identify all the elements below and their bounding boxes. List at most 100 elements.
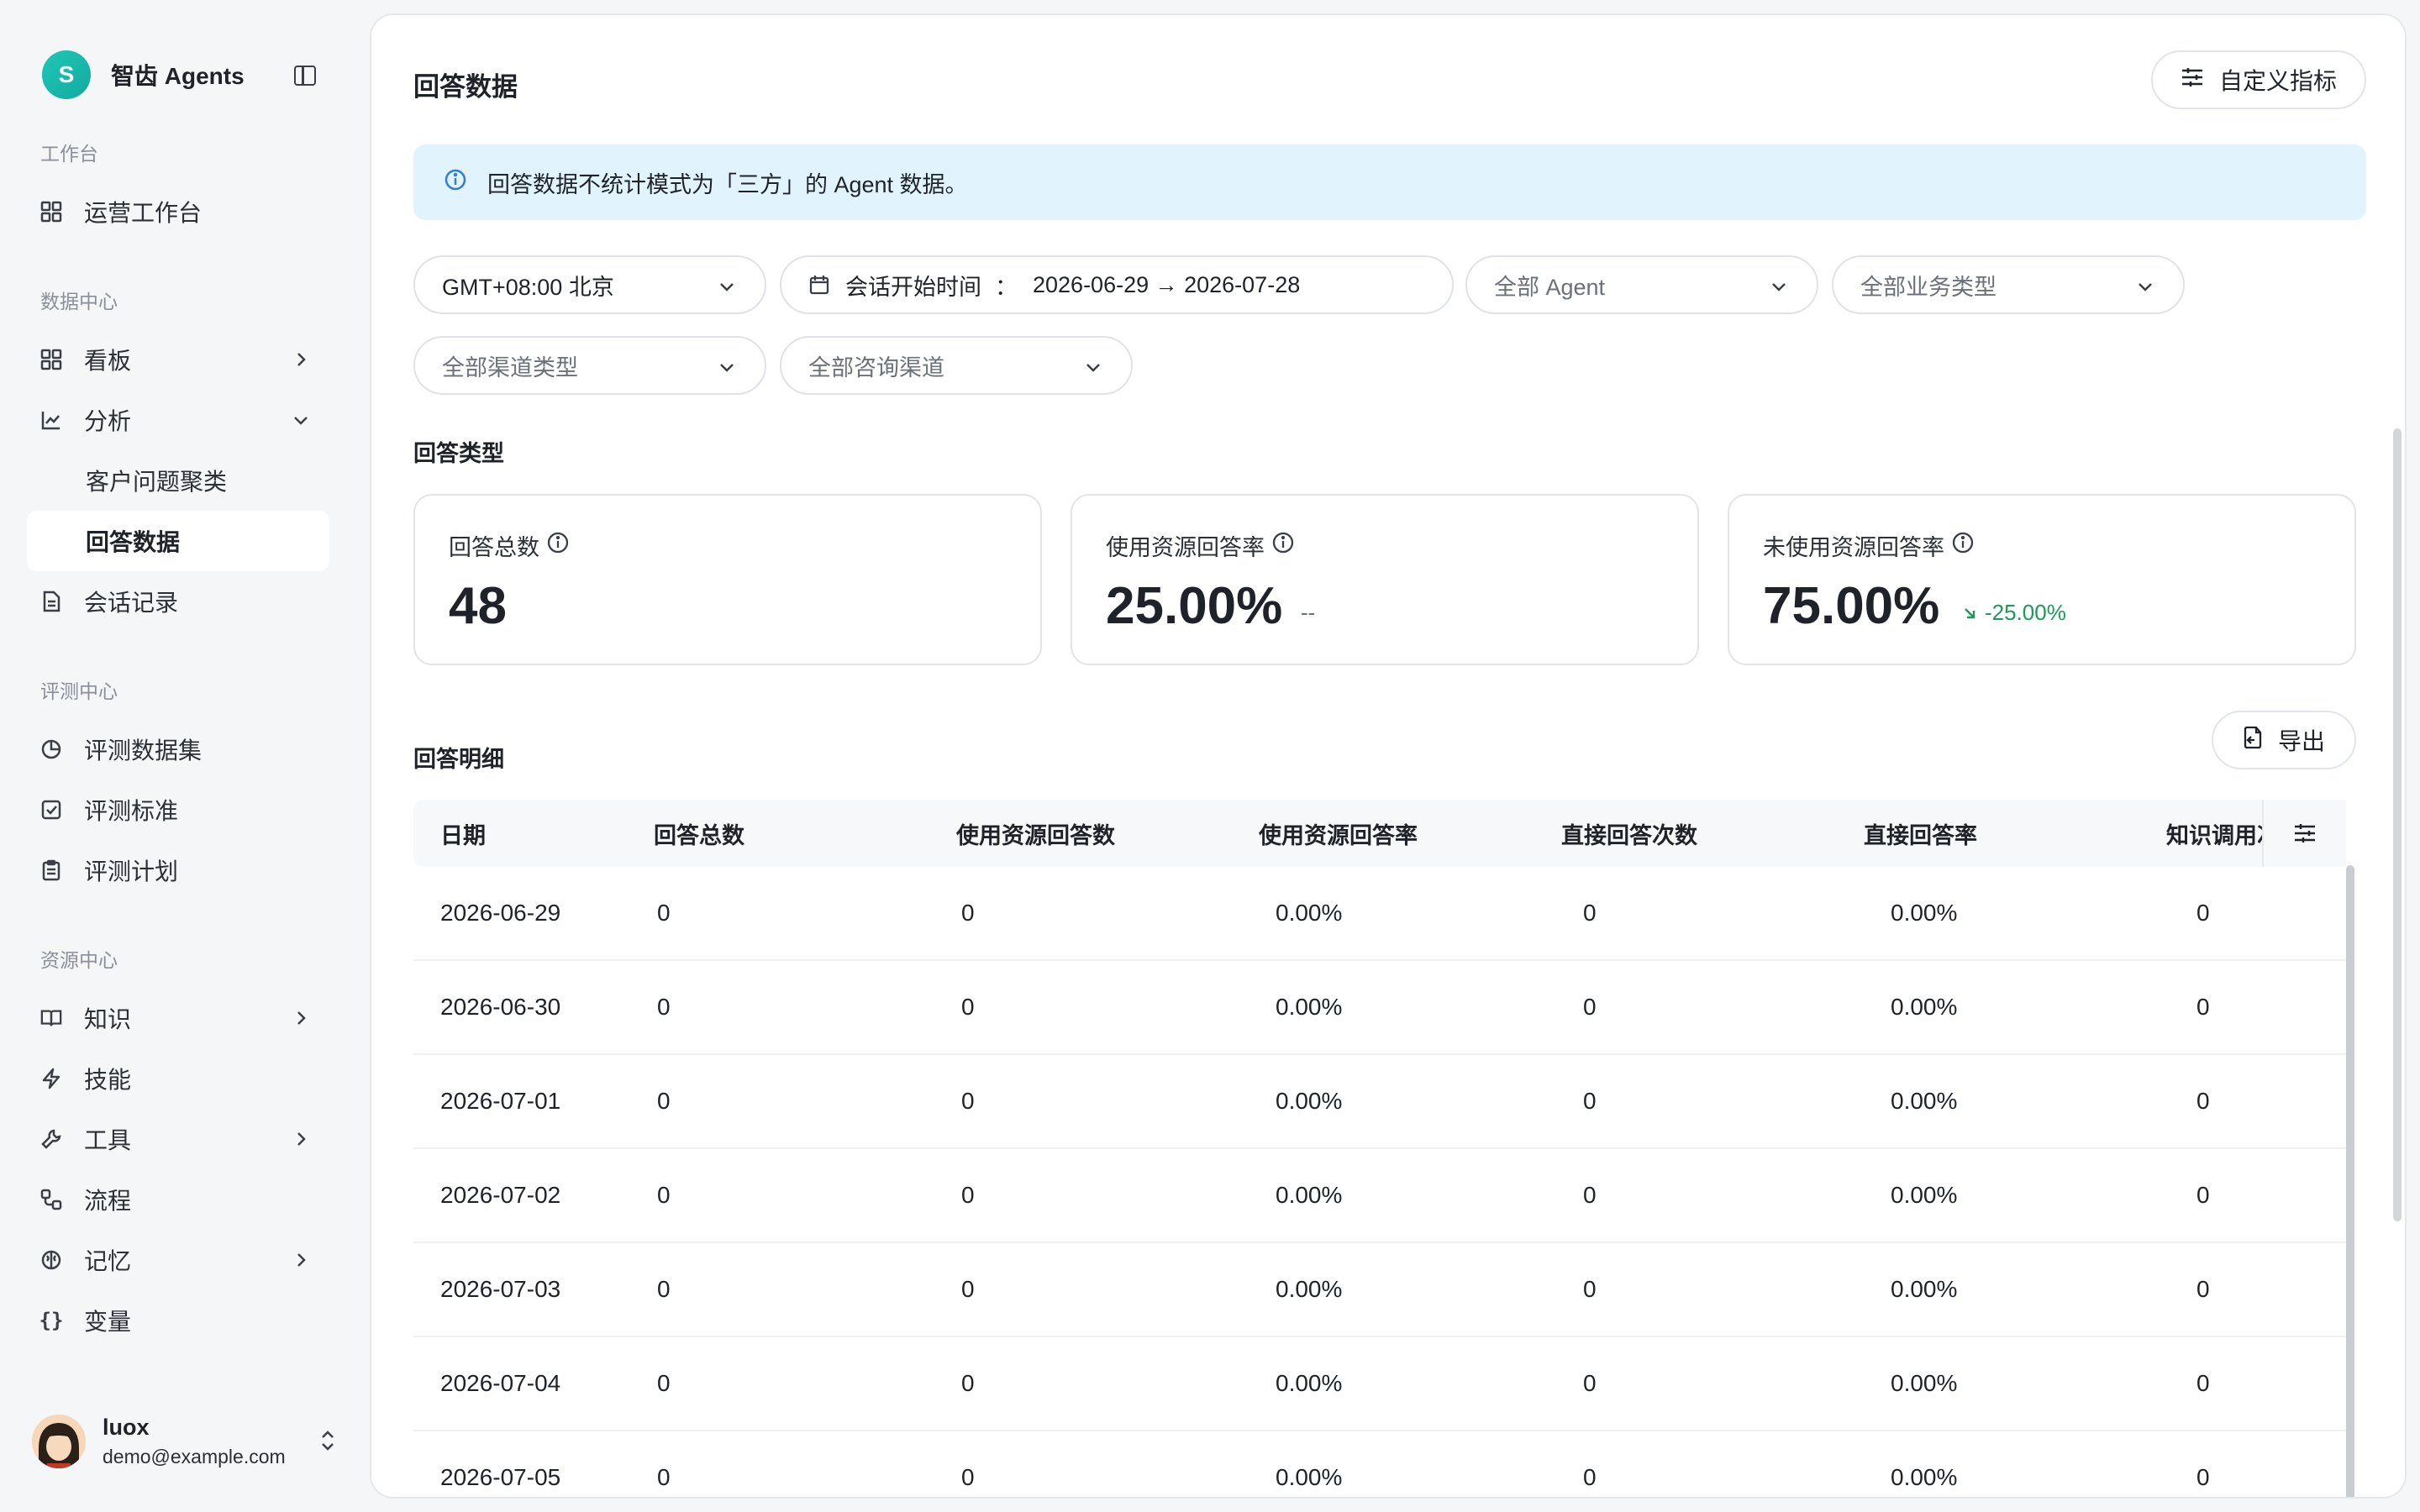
sidebar-item-answer-data[interactable]: 回答数据 <box>27 511 329 571</box>
business-type-select[interactable]: 全部业务类型 <box>1832 255 2185 314</box>
sidebar-item-variables[interactable]: {} 变量 <box>27 1290 329 1351</box>
chevron-down-icon <box>2139 283 2152 291</box>
sidebar-item-tools[interactable]: 工具 <box>27 1109 329 1169</box>
info-icon[interactable] <box>1271 531 1295 560</box>
export-label: 导出 <box>2277 728 2325 754</box>
export-button[interactable]: 导出 <box>2212 711 2356 769</box>
table-cell: 0 <box>1583 1464 1597 1490</box>
sidebar-item-skills[interactable]: 技能 <box>27 1048 329 1109</box>
sidebar-item-analysis[interactable]: 分析 <box>27 390 329 450</box>
sidebar-item-label: 变量 <box>84 1309 132 1335</box>
section-title-workbench: 工作台 <box>40 143 98 165</box>
column-header-resource-rate[interactable]: 使用资源回答率 <box>1259 800 1418 867</box>
sidebar-item-eval-standard[interactable]: 评测标准 <box>27 780 329 840</box>
section-title-data-center: 数据中心 <box>40 291 118 312</box>
table-cell: 0 <box>2196 994 2210 1020</box>
sidebar-item-eval-dataset[interactable]: 评测数据集 <box>27 719 329 780</box>
sidebar-item-board[interactable]: 看板 <box>27 329 329 390</box>
user-menu[interactable]: luox demo@example.com <box>32 1410 343 1473</box>
table-scrollbar[interactable] <box>2346 865 2354 1497</box>
table-cell: 0.00% <box>1891 1088 1958 1114</box>
info-icon[interactable] <box>1951 531 1975 560</box>
date-range-value: 2026-06-29 → 2026-07-28 <box>1033 271 1301 297</box>
table-cell: 0 <box>2196 1464 2210 1490</box>
table-body: 2026-06-29 0 0 0.00% 0 0.00% 0 2026-06-30 0 0 0.00… <box>413 867 2346 1497</box>
sidebar-item-ops-workbench[interactable]: 运营工作台 <box>27 181 329 242</box>
notice-text: 回答数据不统计模式为「三方」的 Agent 数据。 <box>487 171 968 197</box>
timezone-select[interactable]: GMT+08:00 北京 <box>413 255 766 314</box>
table-cell: 0 <box>961 900 975 926</box>
chevron-right-icon <box>297 1011 306 1025</box>
wrench-icon <box>40 1128 62 1150</box>
consult-channel-value: 全部咨询渠道 <box>808 354 944 381</box>
table-cell: 0.00% <box>1276 1464 1343 1490</box>
sidebar-item-knowledge[interactable]: 知识 <box>27 988 329 1048</box>
export-icon <box>2243 726 2265 755</box>
page-scrollbar[interactable] <box>2393 428 2402 1221</box>
info-icon[interactable] <box>546 531 570 560</box>
table-row[interactable]: 2026-06-30 0 0 0.00% 0 0.00% 0 <box>413 961 2346 1055</box>
sidebar-item-flow[interactable]: 流程 <box>27 1169 329 1230</box>
date-range-picker[interactable]: 会话开始时间 ： 2026-06-29 → 2026-07-28 <box>780 255 1454 314</box>
sidebar-item-question-clustering[interactable]: 客户问题聚类 <box>27 450 329 511</box>
brand-logo: S <box>42 50 91 99</box>
column-settings-button[interactable] <box>2262 800 2346 867</box>
column-header-total[interactable]: 回答总数 <box>654 800 744 867</box>
table-cell: 0.00% <box>1276 1182 1343 1208</box>
table-row[interactable]: 2026-07-01 0 0 0.00% 0 0.00% 0 <box>413 1055 2346 1149</box>
sidebar-item-label: 客户问题聚类 <box>86 469 228 495</box>
brand[interactable]: S 智齿 Agents <box>42 50 245 99</box>
table-cell: 0.00% <box>1276 1088 1343 1114</box>
sidebar-item-label: 评测标准 <box>84 798 179 824</box>
sidebar-collapse-icon[interactable] <box>294 66 316 86</box>
column-header-date[interactable]: 日期 <box>440 800 486 867</box>
avatar <box>32 1415 86 1468</box>
table-cell: 0.00% <box>1891 1276 1958 1302</box>
table-cell: 0 <box>1583 1088 1597 1114</box>
channel-type-select[interactable]: 全部渠道类型 <box>413 336 766 395</box>
custom-metrics-button[interactable]: 自定义指标 <box>2151 50 2366 109</box>
metric-card-no-resource-rate: 未使用资源回答率 75.00% -25.00% <box>1728 494 2356 665</box>
sidebar-item-memory[interactable]: 记忆 <box>27 1230 329 1290</box>
table-cell: 2026-07-01 <box>440 1088 561 1114</box>
column-header-direct-count[interactable]: 直接回答次数 <box>1561 800 1697 867</box>
column-header-resource-count[interactable]: 使用资源回答数 <box>956 800 1115 867</box>
table-cell: 0 <box>2196 1276 2210 1302</box>
table-cell: 2026-06-29 <box>440 900 561 926</box>
table-cell: 0 <box>657 1370 671 1396</box>
metric-card-resource-rate: 使用资源回答率 25.00% -- <box>1071 494 1699 665</box>
business-type-value: 全部业务类型 <box>1860 274 1996 300</box>
sidebar-item-label: 记忆 <box>84 1248 132 1274</box>
table-row[interactable]: 2026-07-03 0 0 0.00% 0 0.00% 0 <box>413 1243 2346 1337</box>
table-cell: 0.00% <box>1891 1182 1958 1208</box>
table-cell: 0.00% <box>1276 1370 1343 1396</box>
table-cell: 0 <box>657 1182 671 1208</box>
sidebar-item-session-records[interactable]: 会话记录 <box>27 571 329 632</box>
metric-label: 使用资源回答率 <box>1106 535 1265 560</box>
table-cell: 0 <box>657 994 671 1020</box>
table-cell: 0.00% <box>1276 1276 1343 1302</box>
braces-icon: {} <box>39 1309 64 1332</box>
chart-line-icon <box>40 409 62 431</box>
user-name: luox <box>103 1415 150 1440</box>
table-cell: 0 <box>657 900 671 926</box>
table-row[interactable]: 2026-07-05 0 0 0.00% 0 0.00% 0 <box>413 1431 2346 1497</box>
table-cell: 0 <box>2196 900 2210 926</box>
date-range-separator: ： <box>995 274 1018 300</box>
consult-channel-select[interactable]: 全部咨询渠道 <box>780 336 1133 395</box>
column-header-direct-rate[interactable]: 直接回答率 <box>1864 800 1977 867</box>
table-cell: 0 <box>1583 994 1597 1020</box>
chevron-up-down-icon[interactable] <box>319 1428 336 1453</box>
column-header-knowledge-calls[interactable]: 知识调用次数 <box>2166 800 2262 867</box>
table-cell: 0.00% <box>1891 994 1958 1020</box>
table-row[interactable]: 2026-07-02 0 0 0.00% 0 0.00% 0 <box>413 1149 2346 1243</box>
table-row[interactable]: 2026-07-04 0 0 0.00% 0 0.00% 0 <box>413 1337 2346 1431</box>
brain-icon <box>40 1249 62 1271</box>
notice-banner: 回答数据不统计模式为「三方」的 Agent 数据。 <box>413 144 2366 220</box>
table-cell: 0 <box>1583 900 1597 926</box>
agent-select[interactable]: 全部 Agent <box>1465 255 1818 314</box>
sidebar-item-eval-plan[interactable]: 评测计划 <box>27 840 329 900</box>
sidebar-item-label: 评测计划 <box>84 858 179 885</box>
table-cell: 2026-06-30 <box>440 994 561 1020</box>
table-row[interactable]: 2026-06-29 0 0 0.00% 0 0.00% 0 <box>413 867 2346 961</box>
